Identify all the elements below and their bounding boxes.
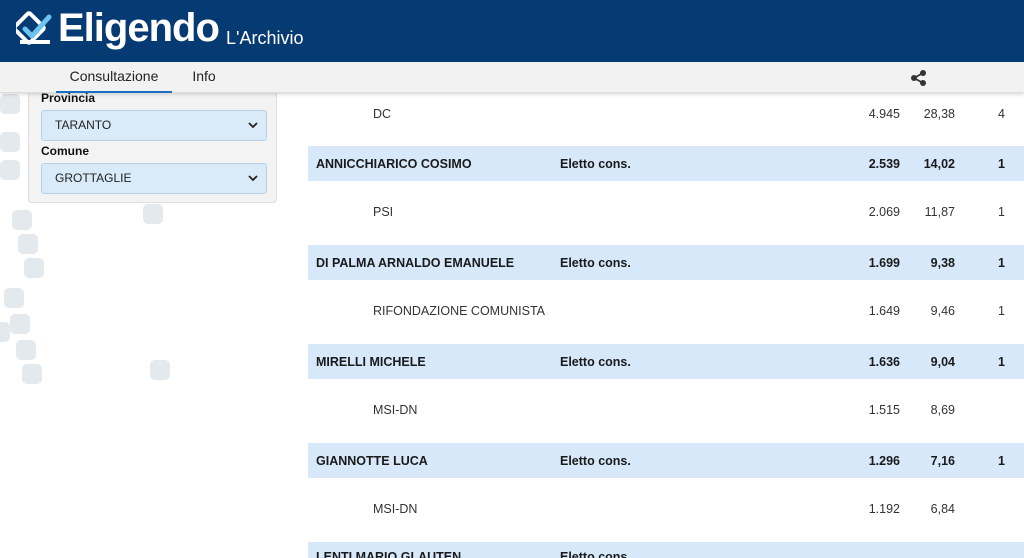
candidate-row: LENTI MARIO GLAUTEN Eletto cons. <box>308 542 1024 558</box>
percent-value: 6,84 <box>930 502 955 516</box>
candidate-row: GIANNOTTE LUCA Eletto cons. 1.296 7,16 1 <box>308 443 1024 478</box>
app-header: Eligendo L'Archivio <box>0 0 1024 62</box>
party-name: PSI <box>373 205 394 219</box>
seats-value: 1 <box>998 205 1005 219</box>
party-row: MSI-DN 1.192 6,84 <box>308 478 1024 542</box>
candidate-status: Eletto cons. <box>560 550 631 558</box>
votes-value: 1.192 <box>868 502 900 516</box>
percent-value: 11,87 <box>924 205 955 219</box>
candidate-name: ANNICCHIARICO COSIMO <box>316 157 472 171</box>
seats-value: 1 <box>998 454 1005 468</box>
candidate-status: Eletto cons. <box>560 256 631 270</box>
seats-value: 1 <box>998 304 1005 318</box>
candidate-status: Eletto cons. <box>560 157 631 171</box>
seats-value: 4 <box>998 107 1005 121</box>
votes-value: 2.539 <box>868 157 900 171</box>
comune-label: Comune <box>41 144 89 158</box>
candidate-status: Eletto cons. <box>560 454 631 468</box>
seats-value: 1 <box>998 157 1005 171</box>
candidate-status: Eletto cons. <box>560 355 631 369</box>
chevron-down-icon <box>248 122 258 129</box>
share-icon[interactable] <box>909 68 929 88</box>
party-row: PSI 2.069 11,87 1 <box>308 181 1024 245</box>
party-name: MSI-DN <box>373 502 418 516</box>
chevron-down-icon <box>248 175 258 182</box>
ballot-check-icon <box>16 11 52 45</box>
votes-value: 2.069 <box>868 205 900 219</box>
candidate-row: DI PALMA ARNALDO EMANUELE Eletto cons. 1… <box>308 245 1024 280</box>
party-name: DC <box>373 107 392 121</box>
candidate-name: GIANNOTTE LUCA <box>316 454 428 468</box>
candidate-row: MIRELLI MICHELE Eletto cons. 1.636 9,04 … <box>308 344 1024 379</box>
filter-panel: Provincia TARANTO Comune GROTTAGLIE <box>28 86 277 203</box>
votes-value: 1.515 <box>868 403 900 417</box>
tab-bar: Consultazione Info <box>0 62 1024 93</box>
percent-value: 14,02 <box>923 157 955 171</box>
candidate-name: MIRELLI MICHELE <box>316 355 426 369</box>
eligendo-logo[interactable]: Eligendo <box>16 6 220 50</box>
party-row: RIFONDAZIONE COMUNISTA 1.649 9,46 1 <box>308 280 1024 344</box>
votes-value: 1.699 <box>868 256 900 270</box>
provincia-value: TARANTO <box>55 118 112 132</box>
percent-value: 7,16 <box>930 454 955 468</box>
percent-value: 9,38 <box>930 256 955 270</box>
percent-value: 9,46 <box>930 304 955 318</box>
votes-value: 1.636 <box>868 355 900 369</box>
tab-consultazione[interactable]: Consultazione <box>56 62 172 93</box>
app-subtitle: L'Archivio <box>226 28 304 48</box>
percent-value: 28,38 <box>923 107 955 121</box>
provincia-select[interactable]: TARANTO <box>41 110 267 141</box>
percent-value: 9,04 <box>930 355 955 369</box>
candidate-name: DI PALMA ARNALDO EMANUELE <box>316 256 515 270</box>
comune-value: GROTTAGLIE <box>55 171 132 185</box>
candidate-name: LENTI MARIO GLAUTEN <box>316 550 462 558</box>
party-name: MSI-DN <box>373 403 418 417</box>
votes-value: 4.945 <box>868 107 900 121</box>
votes-value: 1.296 <box>868 454 900 468</box>
seats-value: 1 <box>998 256 1005 270</box>
candidate-row: ANNICCHIARICO COSIMO Eletto cons. 2.539 … <box>308 146 1024 181</box>
comune-select[interactable]: GROTTAGLIE <box>41 163 267 194</box>
results-table: DC 4.945 28,38 4 ANNICCHIARICO COSIMO El… <box>308 94 1024 558</box>
party-name: RIFONDAZIONE COMUNISTA <box>373 304 545 318</box>
seats-value: 1 <box>998 355 1005 369</box>
percent-value: 8,69 <box>930 403 955 417</box>
logo-text: Eligendo <box>58 6 220 50</box>
provincia-label: Provincia <box>41 91 96 105</box>
votes-value: 1.649 <box>868 304 900 318</box>
party-row: MSI-DN 1.515 8,69 <box>308 379 1024 443</box>
tab-info[interactable]: Info <box>184 62 224 93</box>
party-row: DC 4.945 28,38 4 <box>308 94 1024 146</box>
